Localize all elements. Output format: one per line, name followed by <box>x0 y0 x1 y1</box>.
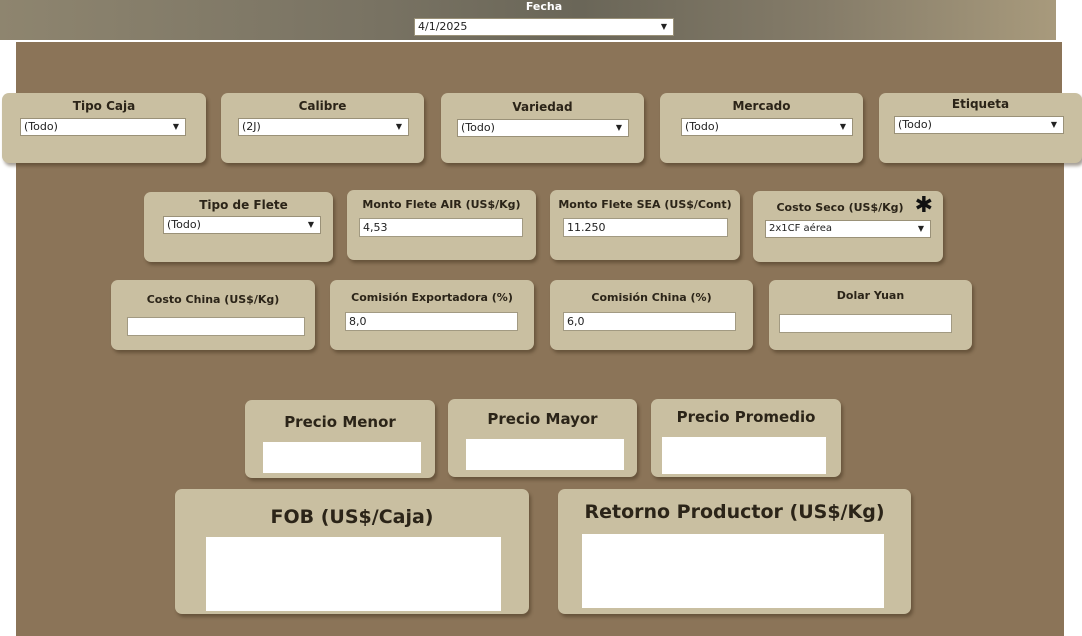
variedad-value: (Todo) <box>461 121 495 134</box>
filter-mercado-label: Mercado <box>732 99 791 113</box>
filter-etiqueta-label: Etiqueta <box>951 97 1010 111</box>
filter-calibre-label: Calibre <box>298 99 347 113</box>
tipo-caja-value: (Todo) <box>24 120 58 133</box>
asterisk-icon: ✱ <box>914 193 933 218</box>
chevron-down-icon: ▼ <box>917 224 924 233</box>
tipo-caja-dropdown[interactable]: (Todo) ▼ <box>20 118 186 136</box>
kpi-fob: FOB (US$/Caja) <box>175 489 529 614</box>
comision-exportadora-label: Comisión Exportadora (%) <box>351 291 513 304</box>
fob-value <box>206 537 501 611</box>
etiqueta-dropdown[interactable]: (Todo) ▼ <box>894 116 1064 134</box>
precio-menor-value <box>263 442 421 473</box>
costo-seco-value: 2x1CF aérea <box>769 223 833 234</box>
costo-china-input[interactable] <box>127 317 305 336</box>
tipo-flete-dropdown[interactable]: (Todo) ▼ <box>163 216 321 234</box>
dolar-yuan-label: Dolar Yuan <box>836 289 905 302</box>
precio-mayor-label: Precio Mayor <box>487 410 598 428</box>
kpi-retorno-productor: Retorno Productor (US$/Kg) <box>558 489 911 614</box>
chevron-down-icon: ▼ <box>172 122 179 131</box>
retorno-productor-value <box>582 534 884 608</box>
filter-calibre: Calibre (2J) ▼ <box>221 93 424 163</box>
filter-tipo-caja-label: Tipo Caja <box>72 99 136 113</box>
filter-tipo-flete: Tipo de Flete (Todo) ▼ <box>144 192 333 262</box>
date-filter-title: Fecha <box>525 0 563 13</box>
dolar-yuan-input[interactable] <box>779 314 952 333</box>
monto-flete-sea-label: Monto Flete SEA (US$/Cont) <box>558 198 732 211</box>
mercado-dropdown[interactable]: (Todo) ▼ <box>681 118 853 136</box>
date-dropdown[interactable]: 4/1/2025 ▼ <box>414 18 674 36</box>
precio-menor-label: Precio Menor <box>284 413 396 431</box>
filter-tipo-flete-label: Tipo de Flete <box>199 198 288 212</box>
filter-mercado: Mercado (Todo) ▼ <box>660 93 863 163</box>
filter-etiqueta: Etiqueta (Todo) ▼ <box>879 93 1082 163</box>
etiqueta-value: (Todo) <box>898 118 932 131</box>
comision-exportadora-input[interactable]: 8,0 <box>345 312 518 331</box>
costo-china-label: Costo China (US$/Kg) <box>146 293 280 306</box>
kpi-precio-mayor: Precio Mayor <box>448 399 637 477</box>
kpi-precio-promedio: Precio Promedio <box>651 399 841 477</box>
param-costo-china: Costo China (US$/Kg) <box>111 280 315 350</box>
tipo-flete-value: (Todo) <box>167 218 201 231</box>
chevron-down-icon: ▼ <box>307 220 314 229</box>
filter-costo-seco: Costo Seco (US$/Kg) ✱ 2x1CF aérea ▼ <box>753 191 943 262</box>
monto-flete-air-input[interactable]: 4,53 <box>359 218 523 237</box>
chevron-down-icon: ▼ <box>660 22 667 31</box>
precio-mayor-value <box>466 439 624 470</box>
param-comision-exportadora: Comisión Exportadora (%) 8,0 <box>330 280 534 350</box>
calibre-dropdown[interactable]: (2J) ▼ <box>238 118 409 136</box>
mercado-value: (Todo) <box>685 120 719 133</box>
comision-china-input[interactable]: 6,0 <box>563 312 736 331</box>
monto-flete-sea-input[interactable]: 11.250 <box>563 218 728 237</box>
costo-seco-label: Costo Seco (US$/Kg) <box>776 201 904 214</box>
date-dropdown-value: 4/1/2025 <box>418 20 468 33</box>
calibre-value: (2J) <box>242 120 261 133</box>
filter-variedad-label: Variedad <box>512 100 573 114</box>
fob-label: FOB (US$/Caja) <box>270 506 434 528</box>
chevron-down-icon: ▼ <box>1050 120 1057 129</box>
precio-promedio-value <box>662 437 826 474</box>
filter-variedad: Variedad (Todo) ▼ <box>441 93 644 163</box>
retorno-productor-label: Retorno Productor (US$/Kg) <box>584 501 885 523</box>
precio-promedio-label: Precio Promedio <box>676 408 816 426</box>
costo-seco-dropdown[interactable]: 2x1CF aérea ▼ <box>765 220 931 238</box>
param-monto-flete-air: Monto Flete AIR (US$/Kg) 4,53 <box>347 190 536 260</box>
chevron-down-icon: ▼ <box>395 122 402 131</box>
param-monto-flete-sea: Monto Flete SEA (US$/Cont) 11.250 <box>550 190 740 260</box>
monto-flete-air-label: Monto Flete AIR (US$/Kg) <box>362 198 521 211</box>
date-filter-header: Fecha 4/1/2025 ▼ <box>0 0 1056 40</box>
chevron-down-icon: ▼ <box>839 122 846 131</box>
kpi-precio-menor: Precio Menor <box>245 400 435 478</box>
comision-china-label: Comisión China (%) <box>591 291 712 304</box>
param-comision-china: Comisión China (%) 6,0 <box>550 280 753 350</box>
variedad-dropdown[interactable]: (Todo) ▼ <box>457 119 629 137</box>
chevron-down-icon: ▼ <box>615 123 622 132</box>
filter-tipo-caja: Tipo Caja (Todo) ▼ <box>2 93 206 163</box>
param-dolar-yuan: Dolar Yuan <box>769 280 972 350</box>
